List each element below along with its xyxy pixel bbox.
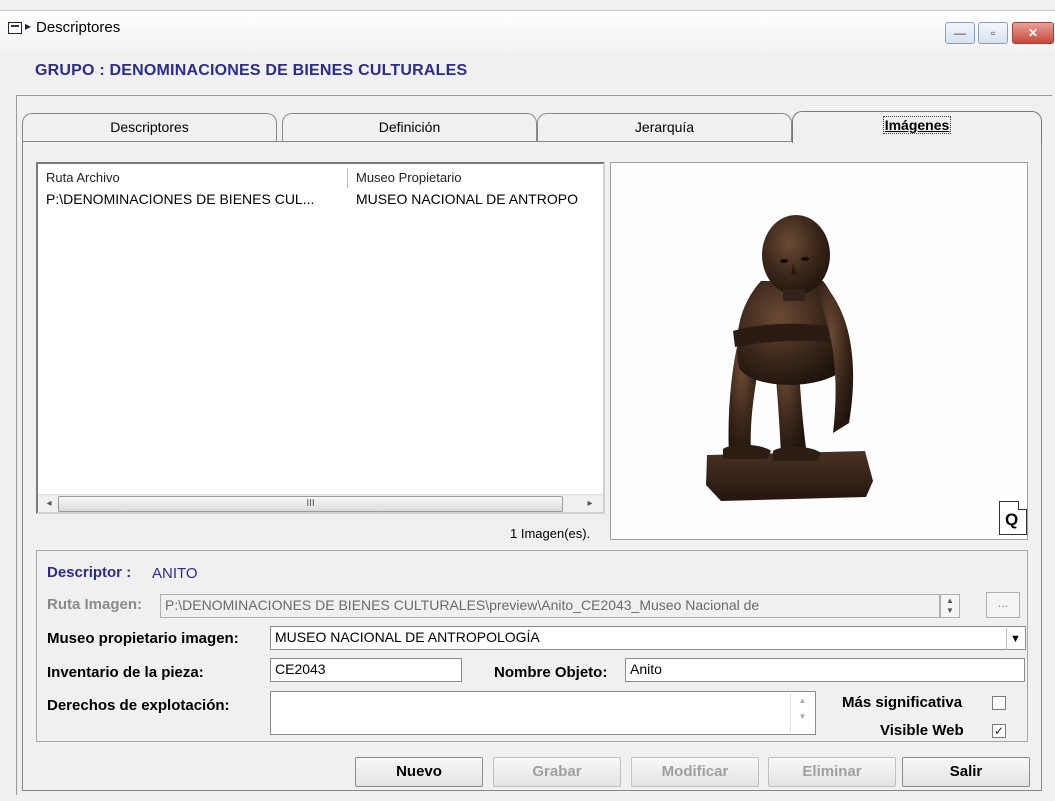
column-header-ruta-archivo[interactable]: Ruta Archivo [38,168,348,188]
images-list[interactable]: Ruta Archivo Museo Propietario P:\DENOMI… [36,162,605,514]
maximize-icon: ▫ [990,26,996,40]
minimize-icon: — [954,26,966,40]
derechos-label: Derechos de explotación: [47,697,230,714]
mas-significativa-checkbox[interactable] [992,696,1006,710]
magnifier-icon: Q [1005,510,1019,529]
image-preview: Q [610,162,1028,540]
close-icon: ✕ [1027,26,1039,40]
inventario-field[interactable]: CE2043 [270,658,462,682]
modificar-button[interactable]: Modificar [631,757,759,787]
tab-jerarquia-label: Jerarquía [634,119,695,135]
derechos-textarea[interactable] [270,691,816,735]
minimize-button[interactable]: — [945,22,975,44]
statue-image [706,215,873,501]
textarea-scrollbar[interactable]: ▲ ▼ [790,693,814,733]
ruta-spinner[interactable]: ▲ ▼ [940,594,960,618]
mas-significativa-label: Más significativa [842,694,963,711]
tab-imagenes-label: Imágenes [882,116,952,134]
ruta-imagen-field[interactable]: P:\DENOMINACIONES DE BIENES CULTURALES\p… [160,594,940,618]
grabar-button[interactable]: Grabar [493,757,621,787]
list-item[interactable]: P:\DENOMINACIONES DE BIENES CUL... MUSEO… [38,189,603,209]
visible-web-checkbox[interactable]: ✓ [992,724,1006,738]
checkmark-icon: ✓ [993,724,1005,738]
tab-jerarquia[interactable]: Jerarquía [537,113,792,141]
nuevo-button[interactable]: Nuevo [355,757,483,787]
chevron-down-icon[interactable]: ▼ [1006,628,1024,650]
tab-imagenes[interactable]: Imágenes [792,111,1042,143]
scroll-right-icon[interactable]: ▸ [581,495,599,513]
tab-definicion[interactable]: Definición [282,113,537,141]
descriptor-label: Descriptor : [47,564,132,581]
ruta-imagen-label: Ruta Imagen: [47,596,143,613]
eliminar-button[interactable]: Eliminar [768,757,896,787]
browse-button[interactable]: ... [986,592,1020,618]
tab-definicion-label: Definición [378,119,441,135]
cell-ruta-archivo: P:\DENOMINACIONES DE BIENES CUL... [46,191,315,207]
window-title: Descriptores [36,19,121,36]
list-header: Ruta Archivo Museo Propietario [38,168,603,188]
app-icon[interactable] [8,22,22,34]
inventario-label: Inventario de la pieza: [47,664,204,681]
group-title: GRUPO : DENOMINACIONES DE BIENES CULTURA… [35,62,468,79]
descriptor-value: ANITO [152,565,198,582]
column-header-museo-propietario[interactable]: Museo Propietario [348,168,603,188]
salir-button[interactable]: Salir [902,757,1030,787]
scroll-thumb[interactable]: III [58,496,563,512]
visible-web-label: Visible Web [880,722,964,739]
museo-propietario-select[interactable]: MUSEO NACIONAL DE ANTROPOLOGÍA [270,626,1026,650]
museo-propietario-label: Museo propietario imagen: [47,630,239,647]
descriptores-window: ▸ Descriptores — ▫ ✕ GRUPO : DENOMINACIO… [0,0,1055,801]
image-count: 1 Imagen(es). [510,526,591,541]
cell-museo-propietario: MUSEO NACIONAL DE ANTROPO [356,191,578,207]
tab-descriptores-label: Descriptores [110,119,189,135]
close-button[interactable]: ✕ [1012,22,1054,44]
tab-descriptores[interactable]: Descriptores [22,113,277,141]
app-menu-arrow-icon[interactable]: ▸ [25,19,31,33]
maximize-button[interactable]: ▫ [978,22,1008,44]
zoom-button[interactable]: Q [999,501,1027,535]
nombre-objeto-field[interactable]: Anito [625,658,1025,682]
scroll-left-icon[interactable]: ◂ [40,495,58,513]
title-bar [0,10,1055,52]
nombre-objeto-label: Nombre Objeto: [494,664,608,681]
horizontal-scrollbar[interactable]: ◂ III ▸ [38,494,603,512]
